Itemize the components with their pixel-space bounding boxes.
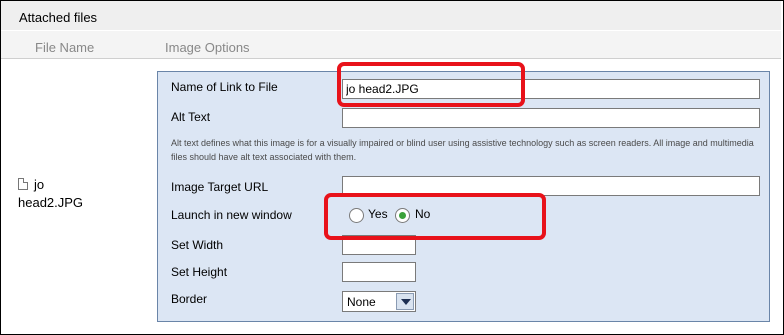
launch-no-label: No	[415, 207, 431, 221]
document-icon	[18, 178, 28, 190]
file-name-cell: jo head2.JPG	[18, 176, 83, 212]
file-name-line2: head2.JPG	[18, 195, 84, 210]
border-select-value: None	[347, 295, 376, 309]
set-width-label: Set Width	[171, 238, 224, 252]
alt-text-label: Alt Text	[171, 110, 211, 124]
link-name-label: Name of Link to File	[171, 80, 278, 94]
launch-new-window-label: Launch in new window	[171, 208, 292, 222]
target-url-input[interactable]	[342, 176, 760, 196]
set-height-label: Set Height	[171, 265, 228, 279]
launch-no-radio[interactable]	[395, 208, 410, 223]
column-header-row	[1, 31, 781, 59]
chevron-down-icon[interactable]	[396, 293, 414, 310]
column-header-image-options: Image Options	[165, 40, 250, 55]
border-label: Border	[171, 292, 208, 306]
section-title: Attached files	[19, 10, 98, 25]
set-height-input[interactable]	[342, 262, 416, 282]
launch-yes-label: Yes	[368, 207, 388, 221]
border-select[interactable]: None	[342, 291, 416, 312]
launch-yes-radio[interactable]	[349, 208, 364, 223]
alt-text-help: Alt text defines what this image is for …	[171, 138, 754, 162]
file-name-line1: jo	[34, 177, 45, 192]
column-header-file-name: File Name	[35, 40, 95, 55]
target-url-label: Image Target URL	[171, 180, 269, 194]
alt-text-input[interactable]	[342, 108, 760, 128]
section-header: Attached files	[1, 1, 781, 31]
link-name-input[interactable]	[342, 79, 760, 99]
set-width-input[interactable]	[342, 235, 416, 255]
